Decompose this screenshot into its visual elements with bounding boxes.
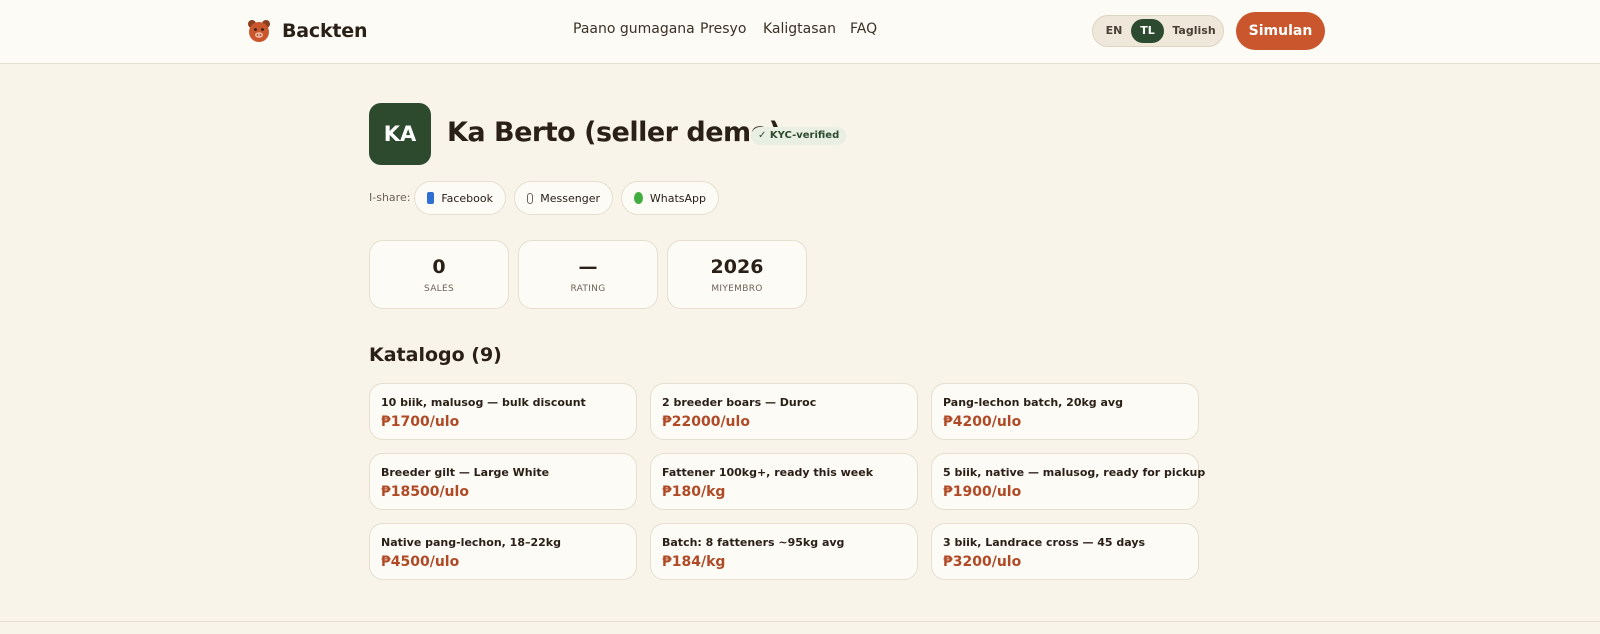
nav-kaligtasan[interactable]: Kaligtasan (763, 21, 850, 37)
listing-price: ₱1900/ulo (943, 484, 1022, 500)
lang-taglish-option[interactable]: Taglish (1169, 19, 1219, 43)
listing-card[interactable]: Fattener 100kg+, ready this week ₱180/kg (650, 453, 918, 510)
stat-member-since: 2026 MIYEMBRO (667, 240, 807, 309)
listing-price: ₱18500/ulo (381, 484, 469, 500)
listing-price: ₱1700/ulo (381, 414, 460, 430)
share-whatsapp-button[interactable]: WhatsApp (621, 181, 719, 215)
listing-card[interactable]: 2 breeder boars — Duroc ₱22000/ulo (650, 383, 918, 440)
stat-label: RATING (570, 284, 606, 294)
listing-title: 3 biik, Landrace cross — 45 days (943, 536, 1146, 549)
kyc-badge: ✓ KYC-verified (751, 127, 847, 145)
share-facebook-label: Facebook (441, 191, 493, 205)
share-messenger-label: Messenger (540, 191, 600, 205)
stat-value: 0 (432, 256, 446, 278)
footer-divider (0, 621, 1600, 622)
listing-title: Pang-lechon batch, 20kg avg (943, 396, 1123, 409)
listing-card[interactable]: Breeder gilt — Large White ₱18500/ulo (369, 453, 637, 510)
listing-title: Batch: 8 fatteners ~95kg avg (662, 536, 845, 549)
listing-card[interactable]: 10 biik, malusog — bulk discount ₱1700/u… (369, 383, 637, 440)
listing-price: ₱184/kg (662, 554, 726, 570)
catalog-title: Katalogo (9) (369, 344, 502, 366)
listing-card[interactable]: Native pang-lechon, 18–22kg ₱4500/ulo (369, 523, 637, 580)
stat-label: SALES (424, 284, 454, 294)
whatsapp-icon (634, 192, 643, 204)
messenger-icon (527, 192, 534, 204)
listing-card[interactable]: Pang-lechon batch, 20kg avg ₱4200/ulo (931, 383, 1199, 440)
listing-title: Fattener 100kg+, ready this week (662, 466, 874, 479)
listing-price: ₱180/kg (662, 484, 726, 500)
nav-presyo[interactable]: Presyo (700, 21, 763, 37)
listing-price: ₱4500/ulo (381, 554, 460, 570)
listing-title: 10 biik, malusog — bulk discount (381, 396, 586, 409)
stat-value: — (578, 256, 598, 278)
nav-faq[interactable]: FAQ (850, 21, 880, 37)
start-button[interactable]: Simulan (1236, 12, 1325, 50)
stat-sales: 0 SALES (369, 240, 509, 309)
share-label: I-share: (369, 191, 411, 204)
listing-card[interactable]: Batch: 8 fatteners ~95kg avg ₱184/kg (650, 523, 918, 580)
share-whatsapp-label: WhatsApp (649, 191, 706, 205)
nav-paano-gumagana[interactable]: Paano gumagana (573, 21, 700, 37)
listing-title: Breeder gilt — Large White (381, 466, 550, 479)
language-switcher: EN TL Taglish (1092, 15, 1224, 47)
share-facebook-button[interactable]: Facebook (414, 181, 506, 215)
lang-tl-option[interactable]: TL (1131, 19, 1164, 43)
listing-card[interactable]: 5 biik, native — malusog, ready for pick… (931, 453, 1205, 510)
brand-link[interactable]: Backten (246, 18, 367, 44)
listing-title: 5 biik, native — malusog, ready for pick… (943, 466, 1206, 479)
listing-price: ₱22000/ulo (662, 414, 750, 430)
stat-value: 2026 (710, 256, 764, 278)
seller-name: Ka Berto (seller demo) (447, 117, 781, 148)
lang-en-option[interactable]: EN (1099, 19, 1129, 43)
main-nav: Paano gumagana Presyo Kaligtasan FAQ (573, 21, 880, 37)
listing-card[interactable]: 3 biik, Landrace cross — 45 days ₱3200/u… (931, 523, 1199, 580)
listing-price: ₱3200/ulo (943, 554, 1022, 570)
stat-label: MIYEMBRO (711, 284, 763, 294)
stat-rating: — RATING (518, 240, 658, 309)
seller-avatar: KA (369, 103, 431, 165)
listing-price: ₱4200/ulo (943, 414, 1022, 430)
top-header: Backten Paano gumagana Presyo Kaligtasan… (0, 0, 1600, 64)
brand-name: Backten (282, 20, 368, 42)
listing-title: Native pang-lechon, 18–22kg (381, 536, 561, 549)
share-messenger-button[interactable]: Messenger (514, 181, 613, 215)
listing-title: 2 breeder boars — Duroc (662, 396, 817, 409)
pig-logo-icon (246, 18, 272, 44)
facebook-icon (427, 192, 435, 204)
